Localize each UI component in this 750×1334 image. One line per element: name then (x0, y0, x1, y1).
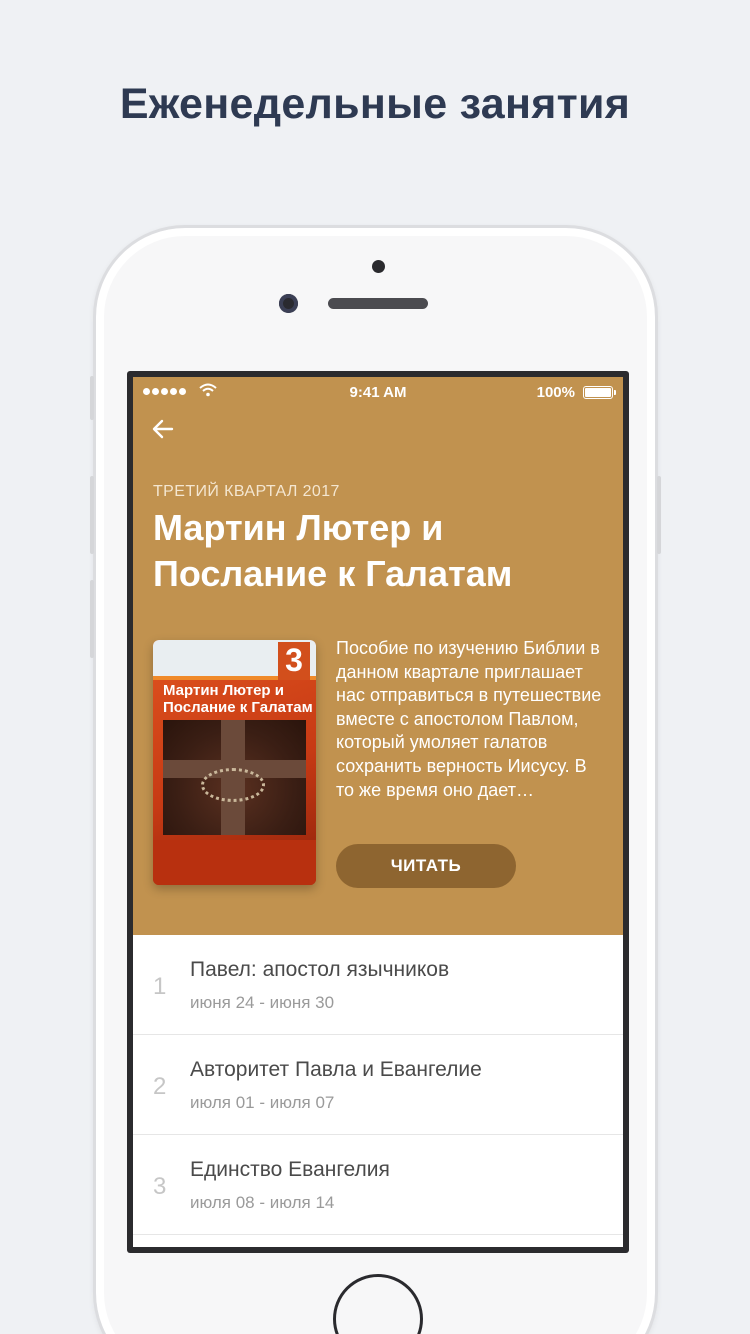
lesson-dates: июля 01 - июля 07 (190, 1093, 335, 1112)
lesson-number: 3 (153, 1173, 167, 1200)
cover-footer (153, 840, 316, 885)
quarter-label: ТРЕТИЙ КВАРТАЛ 2017 (153, 483, 340, 500)
home-button[interactable] (333, 1274, 423, 1334)
earpiece-speaker (328, 298, 428, 309)
lesson-title: Павел: апостол язычников (190, 958, 450, 981)
page-headline: Еженедельные занятия (119, 80, 631, 128)
screen-bezel: 9:41 AM 100% ТРЕТИЙ КВАРТАЛ 2017 Мартин … (127, 371, 629, 1253)
lesson-item-3[interactable]: 3 Единство Евангелия июля 08 - июля 14 (133, 1135, 623, 1235)
power-button (657, 476, 661, 554)
front-camera (279, 294, 298, 313)
volume-down-button (90, 580, 94, 658)
lesson-title: Единство Евангелия (190, 1158, 390, 1181)
status-bar: 9:41 AM 100% (133, 377, 623, 407)
lesson-number: 1 (153, 973, 167, 1000)
battery-percent: 100% (536, 384, 575, 401)
back-arrow-icon[interactable] (151, 417, 175, 446)
cover-title: Мартин Лютер и Послание к Галатам (163, 682, 313, 716)
cover-cross-artwork (163, 720, 306, 835)
mute-switch (90, 376, 94, 420)
quarterly-title: Мартин Лютер и Послание к Галатам (153, 507, 513, 594)
quarterly-cover-image[interactable]: 3 Мартин Лютер и Послание к Галатам (153, 640, 316, 885)
app-screen: 9:41 AM 100% ТРЕТИЙ КВАРТАЛ 2017 Мартин … (133, 377, 623, 1247)
quarterly-header: 9:41 AM 100% ТРЕТИЙ КВАРТАЛ 2017 Мартин … (133, 377, 623, 935)
quarterly-description: Пособие по изучению Библии в данном квар… (336, 638, 602, 800)
battery-icon (583, 386, 616, 399)
read-button[interactable]: ЧИТАТЬ (336, 844, 516, 888)
phone-frame: 9:41 AM 100% ТРЕТИЙ КВАРТАЛ 2017 Мартин … (90, 225, 661, 1334)
lesson-item-1[interactable]: 1 Павел: апостол язычников июня 24 - июн… (133, 935, 623, 1035)
lesson-item-2[interactable]: 2 Авторитет Павла и Евангелие июля 01 - … (133, 1035, 623, 1135)
crown-of-thorns-icon (201, 768, 265, 802)
volume-up-button (90, 476, 94, 554)
proximity-sensor (372, 260, 385, 273)
lesson-dates: июля 08 - июля 14 (190, 1193, 335, 1212)
lesson-title: Авторитет Павла и Евангелие (190, 1058, 482, 1081)
cover-quarter-number: 3 (278, 642, 310, 680)
lesson-dates: июня 24 - июня 30 (190, 993, 335, 1012)
lesson-number: 2 (153, 1073, 167, 1100)
